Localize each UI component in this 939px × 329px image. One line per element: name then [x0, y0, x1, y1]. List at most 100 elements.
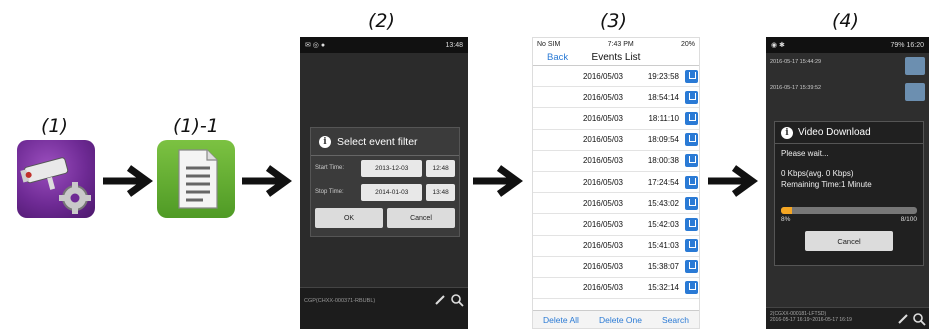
notification-icons: ◉ ✱: [771, 42, 785, 49]
event-date: 2016/05/03: [582, 156, 623, 166]
progress-fill: [781, 207, 792, 215]
events-list: 2016/05/03 19:23:58 2016/05/03 18:54:14 2016…: [533, 66, 699, 300]
dialog-title: Video Download: [798, 127, 871, 138]
status-time: 7:43 PM: [607, 40, 634, 48]
event-filter-dialog: i Select event filter Start Time: 2013-1…: [310, 127, 460, 237]
progress-percent: 8%: [781, 216, 791, 224]
remaining-time-text: Remaining Time:1 Minute: [781, 179, 872, 189]
event-time: 15:32:14: [647, 283, 679, 293]
document-app-icon[interactable]: [157, 140, 235, 218]
event-date: 2016/05/03: [582, 92, 623, 102]
back-button[interactable]: Back: [547, 52, 568, 63]
start-time-label: Start Time:: [315, 165, 345, 171]
search-icon[interactable]: [450, 293, 464, 307]
cancel-button[interactable]: Cancel: [387, 208, 455, 228]
download-icon[interactable]: [905, 83, 925, 101]
cancel-button[interactable]: Cancel: [805, 231, 893, 252]
speed-text: 0 Kbps(avg. 0 Kbps): [781, 169, 854, 179]
step-label-2: (2): [368, 10, 395, 32]
event-time: 18:09:54: [647, 135, 679, 145]
event-time: 15:43:02: [647, 198, 679, 208]
event-time: 15:42:03: [647, 219, 679, 229]
status-time: 16:20: [906, 41, 924, 49]
phone-screen-video-download: ◉ ✱ 79% 16:20 2016-05-17 15:44:29 2016-0…: [766, 37, 929, 329]
event-time: 15:38:07: [647, 262, 679, 272]
event-time: 17:24:54: [647, 177, 679, 187]
delete-one-button[interactable]: Delete One: [599, 315, 642, 325]
dialog-title: Select event filter: [337, 135, 418, 148]
download-icon[interactable]: [685, 239, 698, 253]
bottom-toolbar: Delete All Delete One Search: [533, 310, 699, 328]
notification-icons: ✉ ◎ ●: [305, 42, 326, 49]
step-label-3: (3): [600, 10, 627, 32]
event-date: 2016/05/03: [582, 198, 623, 208]
download-icon[interactable]: [685, 175, 698, 189]
event-row[interactable]: 2016/05/03 19:23:58: [533, 66, 699, 88]
start-date-picker[interactable]: 2013-12-03: [361, 159, 423, 177]
download-icon[interactable]: [685, 196, 698, 210]
download-icon[interactable]: [905, 57, 925, 75]
phone-screen-events-list: No SIM 7:43 PM 20% Back Events List 2016…: [532, 37, 700, 329]
download-icon[interactable]: [685, 69, 698, 83]
event-time: 18:54:14: [647, 92, 679, 102]
document-icon: [178, 149, 218, 209]
status-right: 79% 16:20: [891, 42, 925, 49]
download-icon[interactable]: [685, 133, 698, 147]
status-time: 13:48: [445, 41, 463, 49]
nav-bar: Back Events List: [533, 50, 699, 66]
list-item-time: 2016-05-17 15:39:52: [770, 85, 822, 91]
status-bar: ✉ ◎ ● 13:48: [300, 37, 468, 53]
arrow-right-icon: [103, 165, 153, 197]
carrier-text: No SIM: [537, 40, 561, 48]
event-row[interactable]: 2016/05/03 15:43:02: [533, 193, 699, 215]
phone-screen-event-filter: ✉ ◎ ● 13:48 i Select event filter Start …: [300, 37, 468, 329]
cctv-gear-icon: [20, 157, 91, 214]
event-date: 2016/05/03: [582, 135, 623, 145]
pencil-icon[interactable]: [897, 313, 909, 325]
event-date: 2016/05/03: [582, 113, 623, 123]
event-row[interactable]: 2016/05/03 15:41:03: [533, 236, 699, 257]
event-row[interactable]: 2016/05/03 15:38:07: [533, 257, 699, 278]
stop-time-picker[interactable]: 13:48: [426, 183, 456, 201]
wait-text: Please wait...: [781, 149, 829, 158]
start-time-picker[interactable]: 12:48: [426, 159, 456, 177]
pencil-icon[interactable]: [434, 294, 446, 306]
info-icon: i: [319, 135, 331, 148]
camera-id-text: CGP(CHXX-000371-RBUBL): [304, 298, 376, 304]
event-row[interactable]: 2016/05/03 18:09:54: [533, 130, 699, 151]
arrow-right-icon: [473, 165, 523, 197]
event-time: 15:41:03: [647, 241, 679, 251]
event-time: 18:11:10: [648, 113, 679, 123]
event-row[interactable]: 2016/05/03 15:32:14: [533, 278, 699, 300]
download-icon[interactable]: [685, 154, 698, 168]
event-date: 2016/05/03: [582, 219, 623, 229]
step-label-1-1: (1)-1: [173, 115, 219, 137]
search-button[interactable]: Search: [662, 315, 689, 325]
stop-date-picker[interactable]: 2014-01-03: [361, 183, 423, 201]
battery-text: 79%: [890, 41, 905, 49]
event-row[interactable]: 2016/05/03 17:24:54: [533, 172, 699, 194]
download-icon[interactable]: [685, 217, 698, 231]
bottom-toolbar: 2(CGXX-000181-LFTSD) 2016-05-17 16:19~20…: [766, 307, 929, 329]
list-item[interactable]: 2016-05-17 15:44:29: [766, 53, 929, 79]
download-icon[interactable]: [685, 90, 698, 104]
download-icon[interactable]: [685, 281, 698, 295]
list-item-time: 2016-05-17 15:44:29: [770, 59, 822, 65]
search-icon[interactable]: [912, 312, 926, 326]
event-date: 2016/05/03: [582, 71, 623, 81]
event-date: 2016/05/03: [582, 241, 623, 251]
event-row[interactable]: 2016/05/03 18:11:10: [533, 108, 699, 130]
status-bar: ◉ ✱ 79% 16:20: [766, 37, 929, 53]
download-icon[interactable]: [685, 111, 698, 125]
event-row[interactable]: 2016/05/03 18:54:14: [533, 87, 699, 109]
cctv-app-icon[interactable]: [17, 140, 95, 218]
arrow-right-icon: [242, 165, 292, 197]
list-item[interactable]: 2016-05-17 15:39:52: [766, 79, 929, 105]
event-row[interactable]: 2016/05/03 18:00:38: [533, 151, 699, 172]
event-date: 2016/05/03: [582, 283, 623, 293]
delete-all-button[interactable]: Delete All: [543, 315, 579, 325]
download-icon[interactable]: [685, 260, 698, 274]
event-row[interactable]: 2016/05/03 15:42:03: [533, 214, 699, 236]
ok-button[interactable]: OK: [315, 208, 383, 228]
info-icon: i: [781, 126, 793, 139]
